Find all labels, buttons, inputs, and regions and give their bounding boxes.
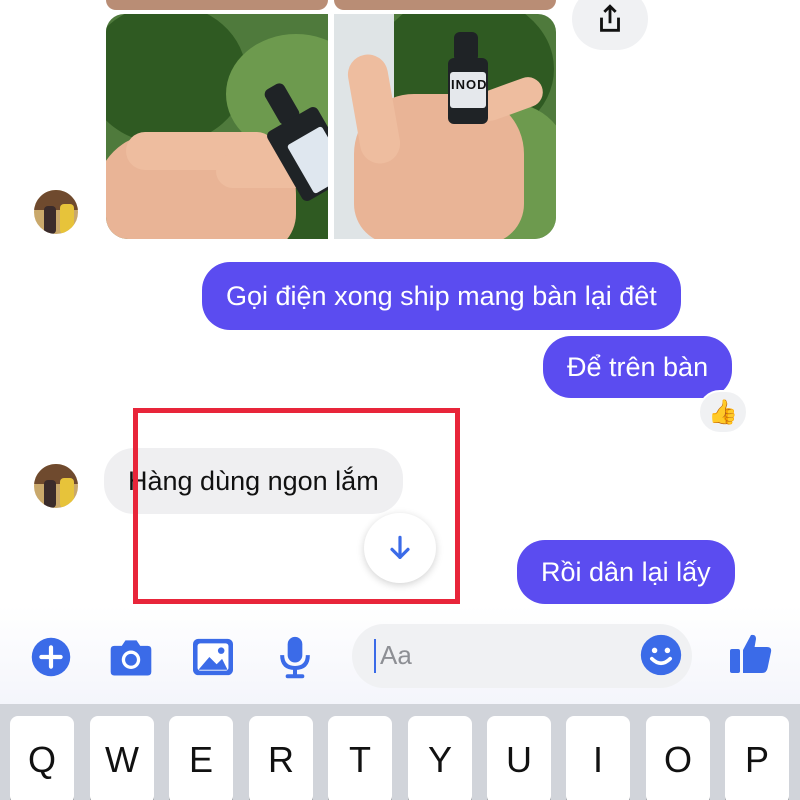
arrow-down-icon [390, 535, 410, 559]
bottle-label-text: INOD [451, 77, 488, 92]
photo-bottle-left[interactable] [106, 14, 328, 239]
message-outgoing[interactable]: Để trên bàn [543, 336, 733, 398]
scroll-to-bottom-button[interactable] [364, 513, 436, 583]
key-p[interactable]: P [725, 716, 789, 800]
camera-button[interactable] [106, 632, 156, 682]
key-i[interactable]: I [566, 716, 630, 800]
message-outgoing[interactable]: Rồi dân lại lấy [517, 540, 735, 604]
key-q[interactable]: Q [10, 716, 74, 800]
key-w[interactable]: W [90, 716, 154, 800]
message-input-placeholder: Aa [380, 640, 412, 670]
plus-button[interactable] [26, 632, 76, 682]
avatar[interactable] [32, 462, 80, 510]
reaction-badge[interactable]: 👍 [698, 390, 748, 434]
key-u[interactable]: U [487, 716, 551, 800]
photo-top-right-partial[interactable] [334, 0, 556, 10]
camera-icon [110, 640, 152, 676]
share-button[interactable] [572, 0, 648, 50]
emoji-button[interactable] [636, 630, 686, 680]
key-r[interactable]: R [249, 716, 313, 800]
like-button[interactable] [726, 628, 776, 678]
image-icon [193, 638, 233, 676]
key-y[interactable]: Y [408, 716, 472, 800]
input-caret [374, 639, 376, 673]
key-o[interactable]: O [646, 716, 710, 800]
avatar[interactable] [32, 188, 80, 236]
photo-bottle-right[interactable]: INOD [334, 14, 556, 239]
microphone-icon [280, 636, 310, 679]
thumbs-up-reaction-icon: 👍 [708, 398, 738, 426]
plus-icon [31, 637, 71, 677]
gallery-button[interactable] [188, 632, 238, 682]
emoji-icon [640, 634, 682, 676]
voice-button[interactable] [270, 632, 320, 682]
thumbs-up-icon [730, 634, 772, 673]
key-e[interactable]: E [169, 716, 233, 800]
key-t[interactable]: T [328, 716, 392, 800]
message-outgoing[interactable]: Gọi điện xong ship mang bàn lại đêt [202, 262, 681, 330]
photo-top-left-partial[interactable] [106, 0, 328, 10]
share-icon [600, 4, 620, 32]
